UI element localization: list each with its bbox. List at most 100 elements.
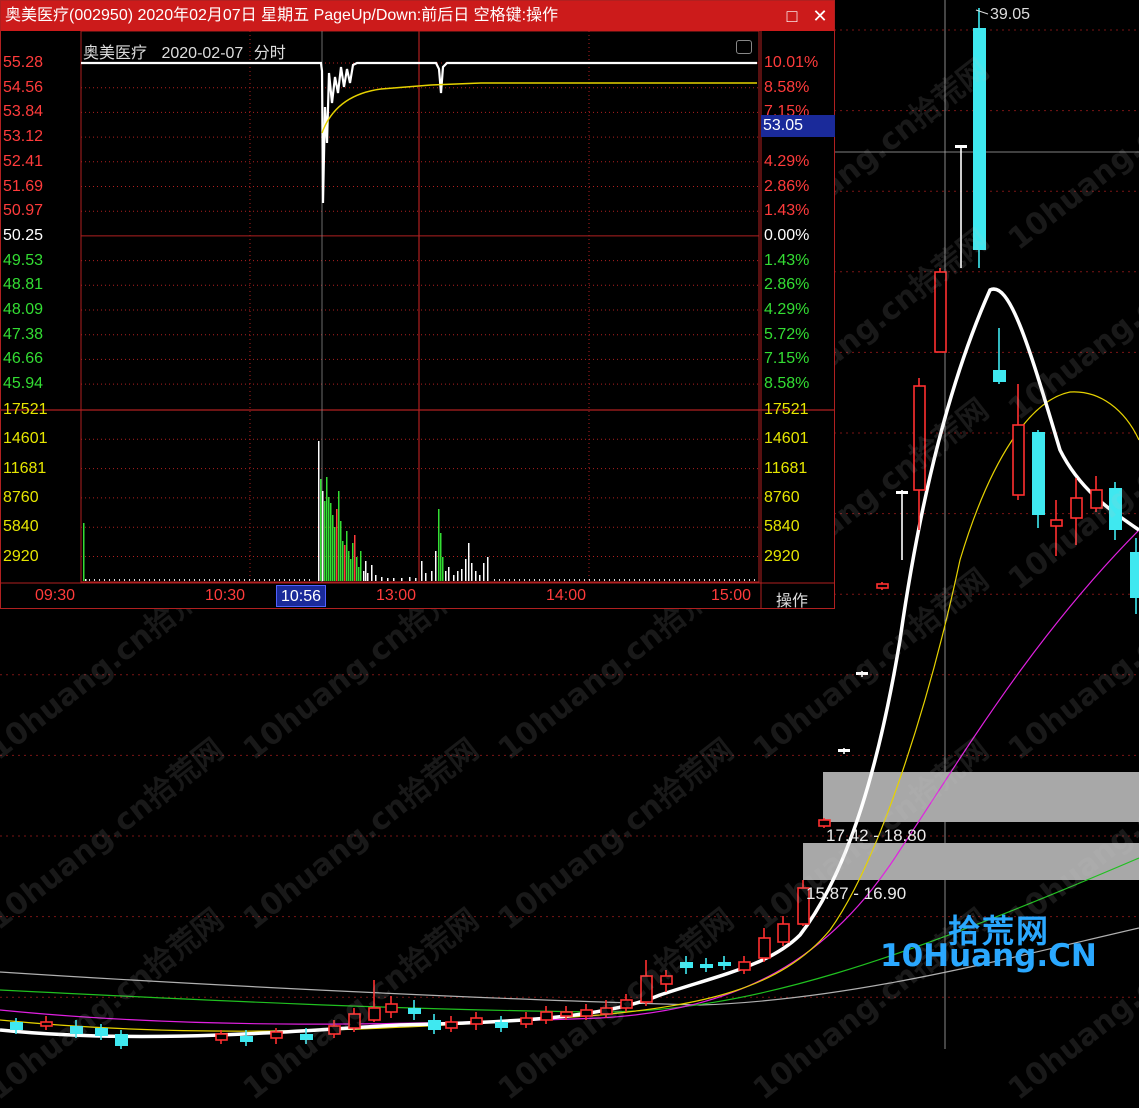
volume-bar bbox=[494, 579, 495, 581]
volume-tick-label: 11681 bbox=[764, 459, 808, 477]
volume-bar bbox=[559, 579, 560, 581]
candle-body bbox=[600, 1007, 613, 1015]
volume-bar bbox=[164, 579, 165, 581]
volume-bar bbox=[409, 577, 411, 581]
volume-bar bbox=[134, 579, 135, 581]
high-marker bbox=[975, 9, 989, 15]
volume-bar bbox=[199, 579, 200, 581]
volume-bar bbox=[479, 575, 481, 581]
volume-bar bbox=[209, 579, 210, 581]
volume-bar bbox=[734, 579, 735, 581]
volume-bar bbox=[371, 565, 373, 581]
volume-bar bbox=[499, 579, 500, 581]
pct-tick-label: 8.58% bbox=[764, 375, 810, 393]
toggle-icon[interactable] bbox=[736, 40, 752, 54]
price-tick-label: 50.97 bbox=[3, 202, 44, 220]
volume-bar bbox=[483, 563, 485, 581]
volume-bar bbox=[340, 521, 342, 581]
volume-bar bbox=[154, 579, 155, 581]
close-icon[interactable]: ✕ bbox=[807, 1, 833, 31]
popup-title-bar[interactable]: 奥美医疗(002950) 2020年02月07日 星期五 PageUp/Down… bbox=[1, 1, 834, 31]
chart-date: 2020-02-07 bbox=[161, 45, 244, 62]
volume-bar bbox=[629, 579, 630, 581]
candle-body bbox=[540, 1011, 553, 1021]
volume-bar bbox=[375, 575, 377, 581]
volume-bar bbox=[438, 509, 440, 581]
volume-bar bbox=[234, 579, 235, 581]
volume-bar bbox=[274, 579, 275, 581]
volume-bar bbox=[184, 579, 185, 581]
volume-bar bbox=[124, 579, 125, 581]
volume-bar bbox=[174, 579, 175, 581]
volume-bar bbox=[754, 579, 755, 581]
volume-bar bbox=[729, 579, 730, 581]
candle-body bbox=[328, 1025, 341, 1035]
volume-bar bbox=[664, 579, 665, 581]
volume-bar bbox=[239, 579, 240, 581]
volume-tick-label: 2920 bbox=[764, 547, 800, 565]
volume-bar bbox=[529, 579, 530, 581]
volume-bar bbox=[689, 579, 690, 581]
candle-body bbox=[368, 1007, 381, 1021]
volume-bar bbox=[504, 579, 505, 581]
volume-bar bbox=[461, 569, 463, 581]
candle-body bbox=[70, 1026, 83, 1034]
cursor-time-tag: 10:56 bbox=[276, 585, 326, 607]
popup-title: 奥美医疗(002950) 2020年02月07日 星期五 PageUp/Down… bbox=[5, 7, 559, 24]
candle-body bbox=[660, 975, 673, 985]
volume-bar bbox=[421, 561, 423, 581]
volume-bar bbox=[179, 579, 180, 581]
pct-tick-label: 1.43% bbox=[764, 251, 810, 269]
volume-bar bbox=[332, 515, 334, 581]
volume-bar bbox=[259, 579, 260, 581]
volume-bar bbox=[684, 579, 685, 581]
volume-bar bbox=[659, 579, 660, 581]
pct-tick-label: 0.00% bbox=[764, 226, 810, 244]
volume-bar bbox=[249, 579, 250, 581]
volume-bar bbox=[639, 579, 640, 581]
volume-tick-label: 17521 bbox=[764, 401, 809, 418]
candle-body bbox=[215, 1033, 228, 1041]
candle-body bbox=[896, 491, 908, 494]
candle-body bbox=[560, 1011, 573, 1017]
time-axis-label: 15:00 bbox=[711, 587, 752, 604]
volume-bar bbox=[326, 477, 328, 581]
volume-bar bbox=[544, 579, 545, 581]
volume-tick-label: 2920 bbox=[3, 547, 39, 565]
candle-body bbox=[495, 1022, 508, 1028]
candle-body bbox=[680, 962, 693, 968]
volume-bar bbox=[468, 543, 470, 581]
operate-button[interactable]: 操作 bbox=[776, 587, 808, 611]
volume-bar bbox=[99, 579, 100, 581]
volume-bar bbox=[336, 509, 338, 581]
volume-bar bbox=[189, 579, 190, 581]
volume-bar bbox=[749, 579, 750, 581]
volume-bar bbox=[609, 579, 610, 581]
volume-bar bbox=[440, 533, 442, 581]
volume-bar bbox=[694, 579, 695, 581]
volume-bar bbox=[358, 567, 360, 581]
candle-body bbox=[115, 1034, 128, 1046]
volume-bar bbox=[289, 579, 290, 581]
price-tick-label: 53.84 bbox=[3, 103, 44, 121]
cursor-price-tag: 53.05 bbox=[761, 115, 835, 137]
candle-body bbox=[1130, 552, 1139, 598]
chart-mode: 分时 bbox=[253, 45, 286, 62]
volume-bar bbox=[431, 571, 433, 581]
volume-bar bbox=[649, 579, 650, 581]
volume-bar bbox=[654, 579, 655, 581]
restore-icon[interactable]: □ bbox=[779, 1, 805, 31]
price-tick-label: 50.25 bbox=[3, 226, 44, 244]
volume-bar bbox=[224, 579, 225, 581]
volume-bar bbox=[85, 579, 87, 581]
time-axis-label: 13:00 bbox=[376, 587, 417, 604]
candle-body bbox=[856, 672, 868, 675]
volume-bar bbox=[709, 579, 710, 581]
zone-upper-label: 17.42 - 18.80 bbox=[826, 826, 927, 845]
volume-bar bbox=[324, 501, 326, 581]
candle-body bbox=[777, 923, 790, 943]
time-axis-label: 10:30 bbox=[205, 587, 246, 604]
intraday-header: 奥美医疗 2020-02-07 分时 bbox=[83, 39, 286, 63]
volume-bar bbox=[318, 441, 320, 581]
volume-bar bbox=[624, 579, 625, 581]
